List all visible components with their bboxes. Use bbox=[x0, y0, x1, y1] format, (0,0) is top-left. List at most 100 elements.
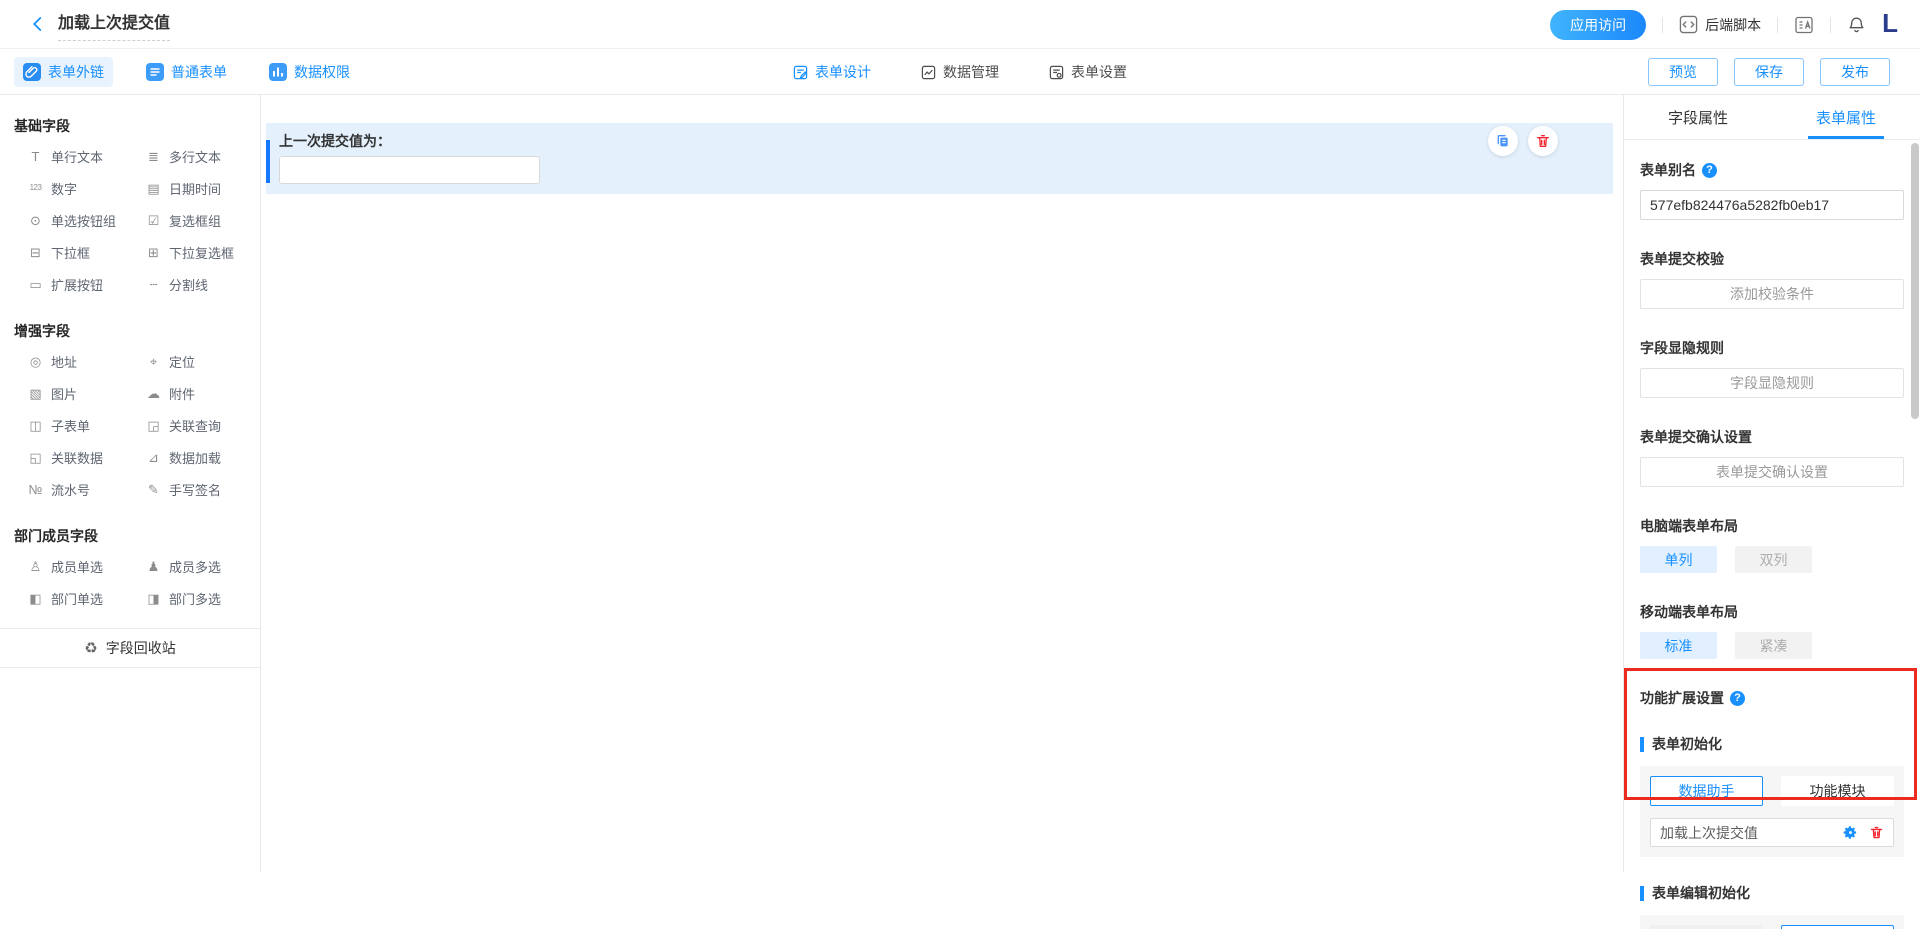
save-button[interactable]: 保存 bbox=[1734, 58, 1804, 86]
field-palette: 基础字段 T 单行文本 ≣多行文本 123数字 ▤日期时间 ⊙ 单选按钮组 ☑复选框… bbox=[0, 95, 261, 872]
tab-form-settings[interactable]: 表单设置 bbox=[1049, 62, 1127, 82]
field-item-label: 成员单选 bbox=[51, 557, 103, 576]
pc-layout-label: 电脑端表单布局 bbox=[1640, 516, 1738, 536]
section-title-basic-fields: 基础字段 bbox=[14, 116, 260, 136]
recycle-label: 字段回收站 bbox=[106, 638, 176, 658]
visibility-rules-button[interactable]: 字段显隐规则 bbox=[1640, 368, 1904, 398]
field-item-label: 部门多选 bbox=[169, 589, 221, 608]
help-icon[interactable]: ? bbox=[1730, 691, 1745, 706]
avatar[interactable]: L bbox=[1882, 10, 1898, 36]
field-item[interactable]: ✎手写签名 bbox=[145, 473, 260, 505]
publish-button[interactable]: 发布 bbox=[1820, 58, 1890, 86]
tab-form-design[interactable]: 表单设计 bbox=[793, 62, 871, 82]
edit-init-tab-right[interactable] bbox=[1781, 925, 1894, 929]
field-item[interactable]: ⊿数据加载 bbox=[145, 441, 260, 473]
app-access-button[interactable]: 应用访问 bbox=[1550, 10, 1646, 40]
delete-field-button[interactable] bbox=[1528, 126, 1558, 156]
field-item[interactable]: ≣多行文本 bbox=[145, 140, 260, 172]
init-tab-function-module[interactable]: 功能模块 bbox=[1781, 776, 1894, 806]
field-item-label: 下拉复选框 bbox=[169, 243, 234, 262]
field-item[interactable]: T 单行文本 bbox=[27, 140, 145, 172]
field-item-label: 图片 bbox=[51, 384, 77, 403]
notification-button[interactable] bbox=[1847, 15, 1866, 34]
design-icon bbox=[793, 65, 808, 80]
dropdown-icon: ⊟ bbox=[27, 246, 44, 259]
form-init-panel: 数据助手 功能模块 加载上次提交值 bbox=[1640, 766, 1904, 857]
field-item-label: 单选按钮组 bbox=[51, 211, 116, 230]
field-item-label: 复选框组 bbox=[169, 211, 221, 230]
form-alias-input[interactable] bbox=[1640, 190, 1904, 220]
field-item-label: 地址 bbox=[51, 352, 77, 371]
tab-field-properties[interactable]: 字段属性 bbox=[1624, 95, 1772, 139]
attachment-icon: ☁ bbox=[145, 387, 162, 400]
field-item-label: 关联数据 bbox=[51, 448, 103, 467]
edit-init-tab-left[interactable] bbox=[1650, 925, 1763, 929]
single-line-text-icon: T bbox=[27, 150, 44, 163]
section-title-enhanced-fields: 增强字段 bbox=[14, 321, 260, 341]
tab-form-design-label: 表单设计 bbox=[815, 62, 871, 82]
settings-icon bbox=[1049, 65, 1064, 80]
panel-scrollbar-thumb[interactable] bbox=[1911, 143, 1919, 419]
mobile-layout-compact-option[interactable]: 紧凑 bbox=[1735, 632, 1812, 659]
duplicate-field-button[interactable] bbox=[1488, 126, 1518, 156]
tab-form-properties[interactable]: 表单属性 bbox=[1772, 95, 1920, 139]
field-item[interactable]: ♙成员单选 bbox=[27, 550, 145, 582]
field-item[interactable]: ◎地址 bbox=[27, 345, 145, 377]
selected-field-block[interactable]: 上一次提交值为： bbox=[266, 123, 1613, 194]
field-item[interactable]: ♟成员多选 bbox=[145, 550, 260, 582]
field-item[interactable]: ◱关联数据 bbox=[27, 441, 145, 473]
field-item-label: 数据加载 bbox=[169, 448, 221, 467]
signature-icon: ✎ bbox=[145, 483, 162, 496]
submit-confirm-button[interactable]: 表单提交确认设置 bbox=[1640, 457, 1904, 487]
datetime-icon: ▤ bbox=[145, 182, 162, 195]
field-item[interactable]: ◨部门多选 bbox=[145, 582, 260, 614]
init-rule-item[interactable]: 加载上次提交值 bbox=[1650, 818, 1894, 847]
pc-layout-double-option[interactable]: 双列 bbox=[1735, 546, 1812, 573]
form-alias-label: 表单别名 bbox=[1640, 160, 1696, 180]
radio-group-icon: ⊙ bbox=[27, 214, 44, 227]
field-item[interactable]: ⊟下拉框 bbox=[27, 236, 145, 268]
field-item-label: 单行文本 bbox=[51, 147, 103, 166]
field-item[interactable]: ┄分割线 bbox=[145, 268, 260, 300]
field-item[interactable]: ▤日期时间 bbox=[145, 172, 260, 204]
chevron-left-icon bbox=[29, 15, 47, 33]
field-item[interactable]: 123数字 bbox=[27, 172, 145, 204]
field-item[interactable]: ⌖定位 bbox=[145, 345, 260, 377]
tab-data-manage[interactable]: 数据管理 bbox=[921, 62, 999, 82]
field-item[interactable]: ▧图片 bbox=[27, 377, 145, 409]
preview-button[interactable]: 预览 bbox=[1648, 58, 1718, 86]
field-item[interactable]: ◲关联查询 bbox=[145, 409, 260, 441]
mobile-layout-label: 移动端表单布局 bbox=[1640, 602, 1738, 622]
mobile-layout-standard-option[interactable]: 标准 bbox=[1640, 632, 1717, 659]
pc-layout-single-option[interactable]: 单列 bbox=[1640, 546, 1717, 573]
field-item[interactable]: ⊞下拉复选框 bbox=[145, 236, 260, 268]
linked-query-icon: ◲ bbox=[145, 419, 162, 432]
field-item[interactable]: ⊙ 单选按钮组 bbox=[27, 204, 145, 236]
field-item[interactable]: ☁ 附件 bbox=[145, 377, 260, 409]
add-validation-button[interactable]: 添加校验条件 bbox=[1640, 279, 1904, 309]
init-rule-settings-button[interactable] bbox=[1843, 825, 1858, 840]
field-item[interactable]: ◫子表单 bbox=[27, 409, 145, 441]
backend-script-button[interactable]: 后端脚本 bbox=[1679, 15, 1761, 35]
field-recycle-bin[interactable]: ♻ 字段回收站 bbox=[0, 628, 260, 668]
init-tab-data-assistant[interactable]: 数据助手 bbox=[1650, 776, 1763, 806]
code-icon bbox=[1679, 15, 1698, 34]
field-item-label: 流水号 bbox=[51, 480, 90, 499]
properties-panel: 字段属性 表单属性 表单别名 ? 表单提交校验 添加校验条件 字段显隐规则 字段… bbox=[1623, 95, 1920, 872]
tab-form-settings-label: 表单设置 bbox=[1071, 62, 1127, 82]
submit-confirm-label: 表单提交确认设置 bbox=[1640, 427, 1752, 447]
id-card-button[interactable] bbox=[1794, 15, 1814, 35]
data-manage-icon bbox=[921, 65, 936, 80]
field-item[interactable]: №流水号 bbox=[27, 473, 145, 505]
init-rule-delete-button[interactable] bbox=[1869, 825, 1884, 840]
field-item[interactable]: ☑复选框组 bbox=[145, 204, 260, 236]
back-button[interactable] bbox=[26, 12, 50, 36]
section-title-dept-member-fields: 部门成员字段 bbox=[14, 526, 260, 546]
field-text-input[interactable] bbox=[279, 156, 540, 184]
field-item-label: 分割线 bbox=[169, 275, 208, 294]
gear-icon bbox=[1843, 825, 1858, 840]
help-icon[interactable]: ? bbox=[1702, 163, 1717, 178]
field-item[interactable]: ◧部门单选 bbox=[27, 582, 145, 614]
field-item-label: 附件 bbox=[169, 384, 195, 403]
field-item[interactable]: ▭扩展按钮 bbox=[27, 268, 145, 300]
